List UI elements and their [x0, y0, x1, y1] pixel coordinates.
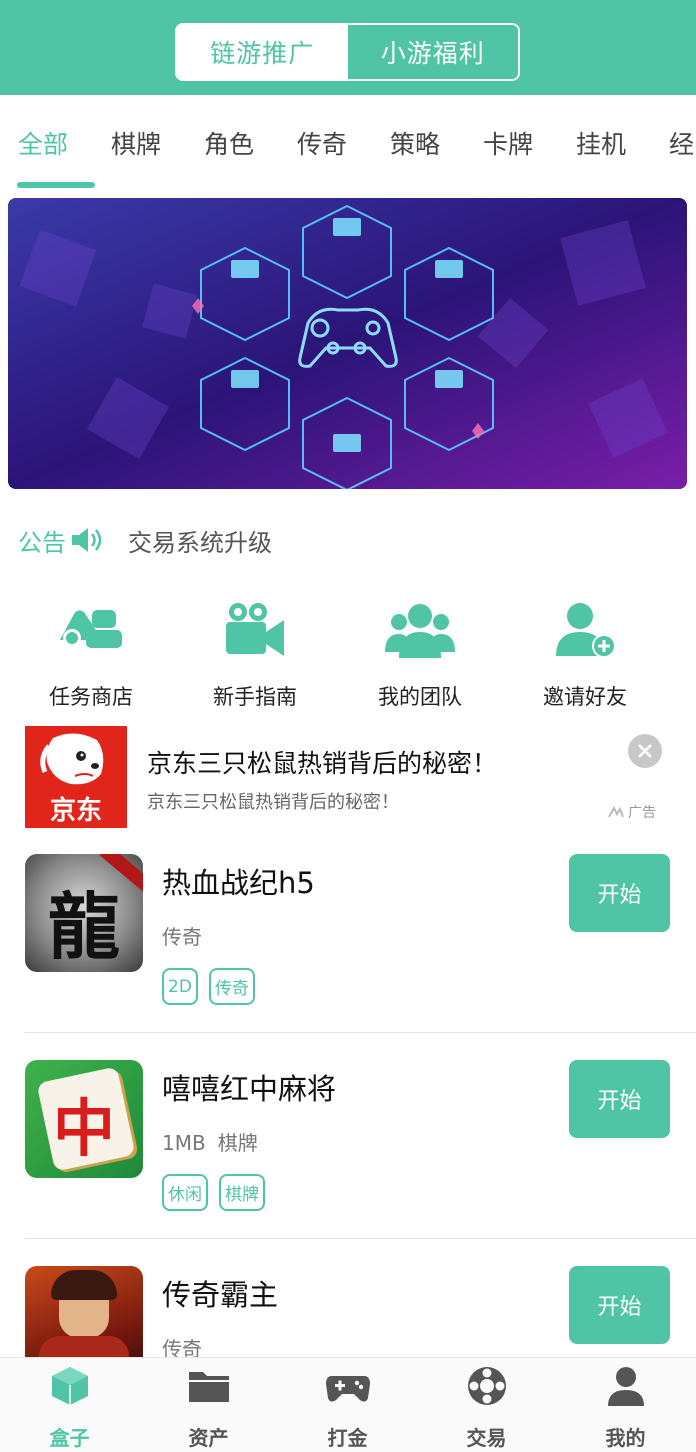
quick-entry-label: 我的团队: [378, 685, 462, 709]
game-list-item[interactable]: 中 嘻嘻红中麻将 1MB 棋牌 休闲 棋牌 开始: [0, 1060, 696, 1266]
nav-label: 资产: [188, 1426, 229, 1450]
category-tab-card[interactable]: 卡牌: [483, 125, 533, 161]
top-bar: 链游推广 小游福利: [0, 0, 696, 95]
promo-banner[interactable]: [8, 198, 687, 489]
bottom-navigation: 盒子 资产 打金 交易 我的: [0, 1357, 696, 1452]
category-tabs: 全部 棋牌 角色 传奇 策略 卡牌 挂机 经: [0, 95, 696, 195]
game-genre: 传奇: [162, 925, 202, 949]
game-tag: 棋牌: [219, 1174, 265, 1211]
nav-box[interactable]: 盒子: [0, 1364, 139, 1451]
game-tag: 休闲: [162, 1174, 208, 1211]
announcement-label: 公告: [18, 528, 66, 557]
user-icon: [607, 1367, 644, 1406]
quick-entry-grid: 任务商店 新手指南 我的团队 邀请好友: [0, 600, 696, 715]
tab-mini-game-benefits[interactable]: 小游福利: [347, 25, 518, 79]
nav-label: 打金: [327, 1426, 368, 1450]
quick-entry-beginner-guide[interactable]: 新手指南: [170, 600, 340, 711]
category-tab-board[interactable]: 棋牌: [111, 125, 161, 161]
start-game-button[interactable]: 开始: [569, 1266, 670, 1344]
ad-tag-text: 广告: [628, 805, 656, 821]
video-guide-icon: [226, 603, 284, 656]
game-list-item[interactable]: 龍 热血战纪h5 传奇 2D 传奇 开始: [0, 854, 696, 1060]
invite-friend-icon: [556, 603, 616, 658]
ad-subtitle: 京东三只松鼠热销背后的秘密！: [147, 792, 399, 813]
game-icon: 龍: [25, 854, 143, 972]
game-icon-text: 中: [52, 1092, 115, 1165]
quick-entry-task-store[interactable]: 任务商店: [6, 600, 176, 711]
ad-network-icon: [608, 806, 624, 818]
gamepad-icon: [325, 1376, 370, 1402]
game-tags: 休闲 棋牌: [162, 1174, 265, 1211]
trade-icon: [467, 1367, 506, 1405]
game-icon-text: 龍: [47, 884, 120, 969]
game-meta: 1MB 棋牌: [162, 1127, 258, 1156]
nav-earn-gold[interactable]: 打金: [278, 1364, 417, 1451]
category-tab-idle[interactable]: 挂机: [576, 125, 626, 161]
category-tab-role[interactable]: 角色: [204, 125, 254, 161]
banner-artwork: [8, 198, 687, 489]
game-name: 嘻嘻红中麻将: [162, 1072, 337, 1106]
game-tag: 传奇: [208, 968, 255, 1005]
nav-assets[interactable]: 资产: [139, 1364, 278, 1451]
nav-mine[interactable]: 我的: [556, 1364, 695, 1451]
tab-chain-game-promotion[interactable]: 链游推广: [177, 25, 348, 79]
hero-hair: [51, 1270, 117, 1300]
nav-label: 交易: [466, 1426, 507, 1450]
category-tab-legend[interactable]: 传奇: [297, 125, 347, 161]
quick-entry-label: 邀请好友: [543, 685, 627, 709]
jd-logo-text: 京东: [49, 796, 102, 826]
game-tag: 2D: [162, 968, 198, 1005]
quick-entry-my-team[interactable]: 我的团队: [335, 600, 505, 711]
announcement-text: 交易系统升级: [128, 528, 272, 557]
game-tags: 2D 传奇: [162, 968, 255, 1005]
ad-card[interactable]: 京东 京东三只松鼠热销背后的秘密！ 京东三只松鼠热销背后的秘密！ 广告: [25, 726, 675, 828]
active-tab-indicator: [17, 182, 95, 188]
nav-label: 我的: [605, 1426, 646, 1450]
task-store-icon: [60, 610, 122, 648]
quick-entry-label: 新手指南: [213, 685, 297, 709]
jd-logo: 京东: [25, 726, 127, 828]
quick-entry-label: 任务商店: [49, 685, 133, 709]
ad-label: 广告: [608, 802, 656, 822]
ad-title: 京东三只松鼠热销背后的秘密！: [147, 749, 498, 778]
list-divider: [25, 1238, 696, 1239]
game-name: 热血战纪h5: [162, 866, 315, 900]
folder-icon: [188, 1372, 229, 1402]
start-game-button[interactable]: 开始: [569, 854, 670, 932]
category-tab-more[interactable]: 经: [669, 125, 694, 161]
game-icon: 中: [25, 1060, 143, 1178]
close-ad-button[interactable]: [628, 734, 662, 768]
nav-label: 盒子: [49, 1426, 90, 1450]
game-genre: 棋牌: [217, 1131, 258, 1155]
game-meta: 传奇: [162, 921, 202, 950]
list-divider: [25, 1032, 696, 1033]
start-game-button[interactable]: 开始: [569, 1060, 670, 1138]
team-icon: [385, 604, 455, 658]
game-name: 传奇霸主: [162, 1278, 279, 1312]
close-icon: [638, 744, 652, 758]
speaker-icon: [72, 528, 102, 552]
announcement-bar[interactable]: 公告 交易系统升级: [18, 520, 272, 560]
category-tab-all[interactable]: 全部: [18, 125, 68, 161]
cube-icon: [51, 1367, 88, 1405]
game-size: 1MB: [162, 1131, 206, 1155]
top-segmented-control: 链游推广 小游福利: [175, 23, 520, 81]
quick-entry-invite-friends[interactable]: 邀请好友: [500, 600, 670, 711]
nav-trade[interactable]: 交易: [417, 1364, 556, 1451]
category-tab-strategy[interactable]: 策略: [390, 125, 440, 161]
